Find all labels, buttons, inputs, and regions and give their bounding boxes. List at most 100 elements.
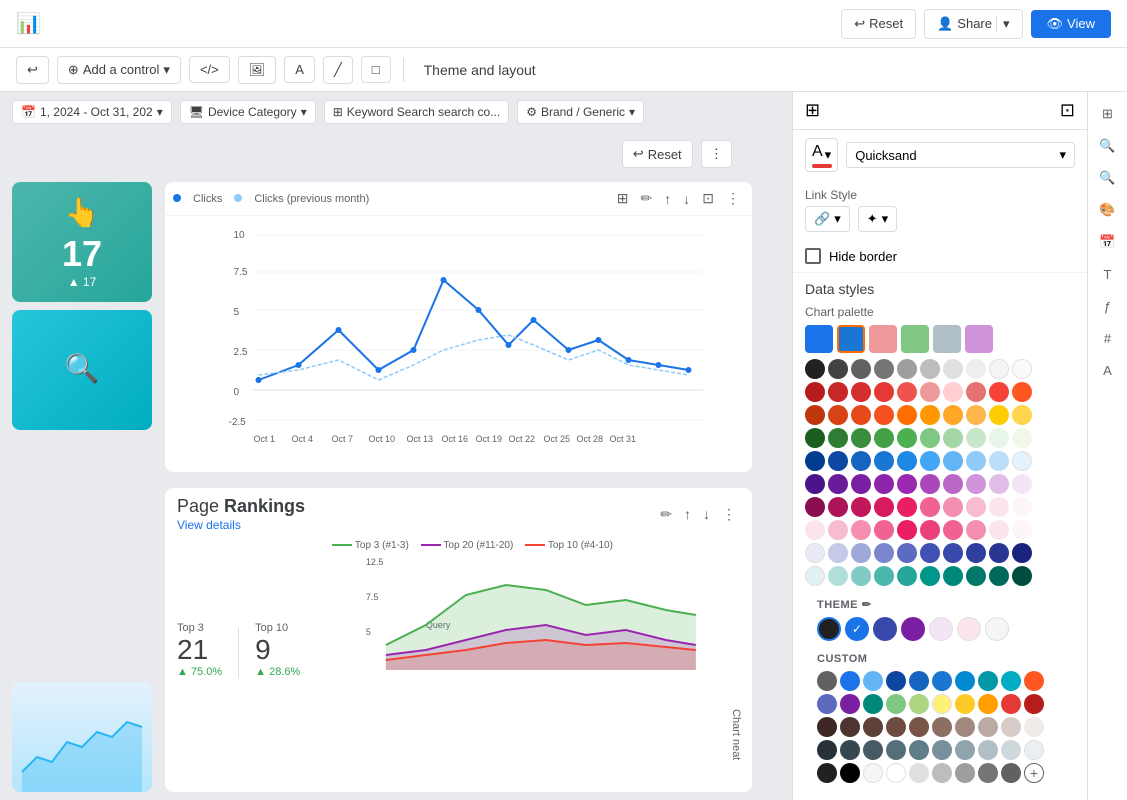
panel-icon-search2[interactable]: 🔍	[1092, 164, 1124, 192]
custom-dot[interactable]	[1001, 740, 1021, 760]
custom-dot[interactable]	[840, 717, 860, 737]
custom-dot[interactable]	[955, 671, 975, 691]
color-dot[interactable]	[851, 474, 871, 494]
link-style-button[interactable]: 🔗 ▾	[805, 206, 850, 232]
color-dot[interactable]	[989, 428, 1009, 448]
more-chart-button[interactable]: ⋮	[722, 188, 744, 209]
image-button[interactable]: 🖼	[238, 56, 277, 84]
color-dot[interactable]	[966, 359, 986, 379]
palette-purple-swatch[interactable]	[965, 325, 993, 353]
custom-dot[interactable]	[955, 763, 975, 783]
custom-dot[interactable]	[932, 671, 952, 691]
custom-dot[interactable]	[955, 740, 975, 760]
table-view-button[interactable]: ⊞	[805, 100, 820, 121]
add-custom-color-button[interactable]: +	[1024, 763, 1044, 783]
color-dot[interactable]	[943, 520, 963, 540]
color-dot[interactable]	[897, 382, 917, 402]
color-dot[interactable]	[805, 497, 825, 517]
custom-dot[interactable]	[955, 717, 975, 737]
color-dot[interactable]	[920, 520, 940, 540]
date-filter-chip[interactable]: 📅 1, 2024 - Oct 31, 202 ▾	[12, 100, 172, 124]
color-dot[interactable]	[805, 474, 825, 494]
custom-dot[interactable]	[863, 763, 883, 783]
color-dot[interactable]	[897, 497, 917, 517]
rankings-more-button[interactable]: ⋮	[718, 504, 740, 525]
custom-dot[interactable]	[978, 717, 998, 737]
color-dot[interactable]	[989, 474, 1009, 494]
color-dot[interactable]	[943, 405, 963, 425]
palette-green-swatch[interactable]	[901, 325, 929, 353]
custom-dot[interactable]	[1001, 717, 1021, 737]
panel-more-button[interactable]: ⊡	[1060, 100, 1075, 121]
color-dot[interactable]	[805, 451, 825, 471]
link-style-alt-button[interactable]: ✦ ▾	[858, 206, 897, 232]
panel-icon-calendar[interactable]: 📅	[1092, 228, 1124, 256]
color-dot[interactable]	[897, 428, 917, 448]
color-dot[interactable]	[920, 382, 940, 402]
custom-dot[interactable]	[840, 694, 860, 714]
panel-icon-formula[interactable]: ƒ	[1092, 292, 1124, 320]
color-dot[interactable]	[897, 543, 917, 563]
color-dot[interactable]	[989, 405, 1009, 425]
keyword-filter-chip[interactable]: ⊞ Keyword Search search co...	[324, 100, 509, 124]
color-dot[interactable]	[897, 566, 917, 586]
color-dot[interactable]	[989, 497, 1009, 517]
color-dot[interactable]	[989, 566, 1009, 586]
rankings-up-button[interactable]: ↑	[680, 504, 695, 525]
color-dot[interactable]	[874, 543, 894, 563]
color-dot[interactable]	[874, 428, 894, 448]
custom-dot[interactable]	[886, 717, 906, 737]
theme-swatch-lightgray[interactable]	[985, 617, 1009, 641]
custom-dot[interactable]	[932, 717, 952, 737]
color-dot[interactable]	[966, 566, 986, 586]
color-dot[interactable]	[1012, 428, 1032, 448]
color-dot[interactable]	[874, 566, 894, 586]
color-dot[interactable]	[851, 543, 871, 563]
theme-swatch-purple[interactable]	[901, 617, 925, 641]
color-dot[interactable]	[989, 543, 1009, 563]
color-dot[interactable]	[966, 543, 986, 563]
custom-dot[interactable]	[978, 694, 998, 714]
color-dot[interactable]	[805, 359, 825, 379]
custom-dot[interactable]	[909, 740, 929, 760]
custom-dot[interactable]	[886, 694, 906, 714]
custom-dot[interactable]	[1024, 694, 1044, 714]
color-dot[interactable]	[851, 359, 871, 379]
reset-button[interactable]: ↩ Reset	[841, 9, 916, 39]
color-dot[interactable]	[1012, 405, 1032, 425]
color-dot[interactable]	[828, 497, 848, 517]
color-dot[interactable]	[1012, 382, 1032, 402]
color-dot[interactable]	[897, 405, 917, 425]
custom-dot[interactable]	[1001, 763, 1021, 783]
color-dot[interactable]	[897, 359, 917, 379]
fill-color-button[interactable]: A ▾	[805, 138, 838, 172]
color-dot[interactable]	[943, 566, 963, 586]
custom-dot[interactable]	[1024, 717, 1044, 737]
custom-dot[interactable]	[886, 671, 906, 691]
custom-dot[interactable]	[1001, 694, 1021, 714]
color-dot[interactable]	[989, 520, 1009, 540]
edit-chart-button[interactable]: ✏	[637, 188, 657, 209]
color-dot[interactable]	[920, 359, 940, 379]
color-dot[interactable]	[828, 428, 848, 448]
panel-icon-abc[interactable]: A	[1092, 356, 1124, 384]
color-dot[interactable]	[966, 520, 986, 540]
color-dot[interactable]	[1012, 474, 1032, 494]
color-dot[interactable]	[920, 451, 940, 471]
color-dot[interactable]	[805, 428, 825, 448]
color-dot[interactable]	[874, 474, 894, 494]
custom-dot[interactable]	[909, 671, 929, 691]
color-dot[interactable]	[966, 405, 986, 425]
shape-button[interactable]: □	[361, 56, 391, 83]
color-dot[interactable]	[828, 451, 848, 471]
color-dot[interactable]	[989, 382, 1009, 402]
device-filter-chip[interactable]: 🖥 Device Category ▾	[180, 100, 316, 124]
color-dot[interactable]	[828, 474, 848, 494]
color-dot[interactable]	[851, 497, 871, 517]
custom-dot[interactable]	[909, 694, 929, 714]
rankings-down-button[interactable]: ↓	[699, 504, 714, 525]
color-dot[interactable]	[1012, 520, 1032, 540]
color-dot[interactable]	[920, 405, 940, 425]
color-dot[interactable]	[828, 543, 848, 563]
add-control-button[interactable]: ⊕ Add a control ▾	[57, 56, 181, 84]
